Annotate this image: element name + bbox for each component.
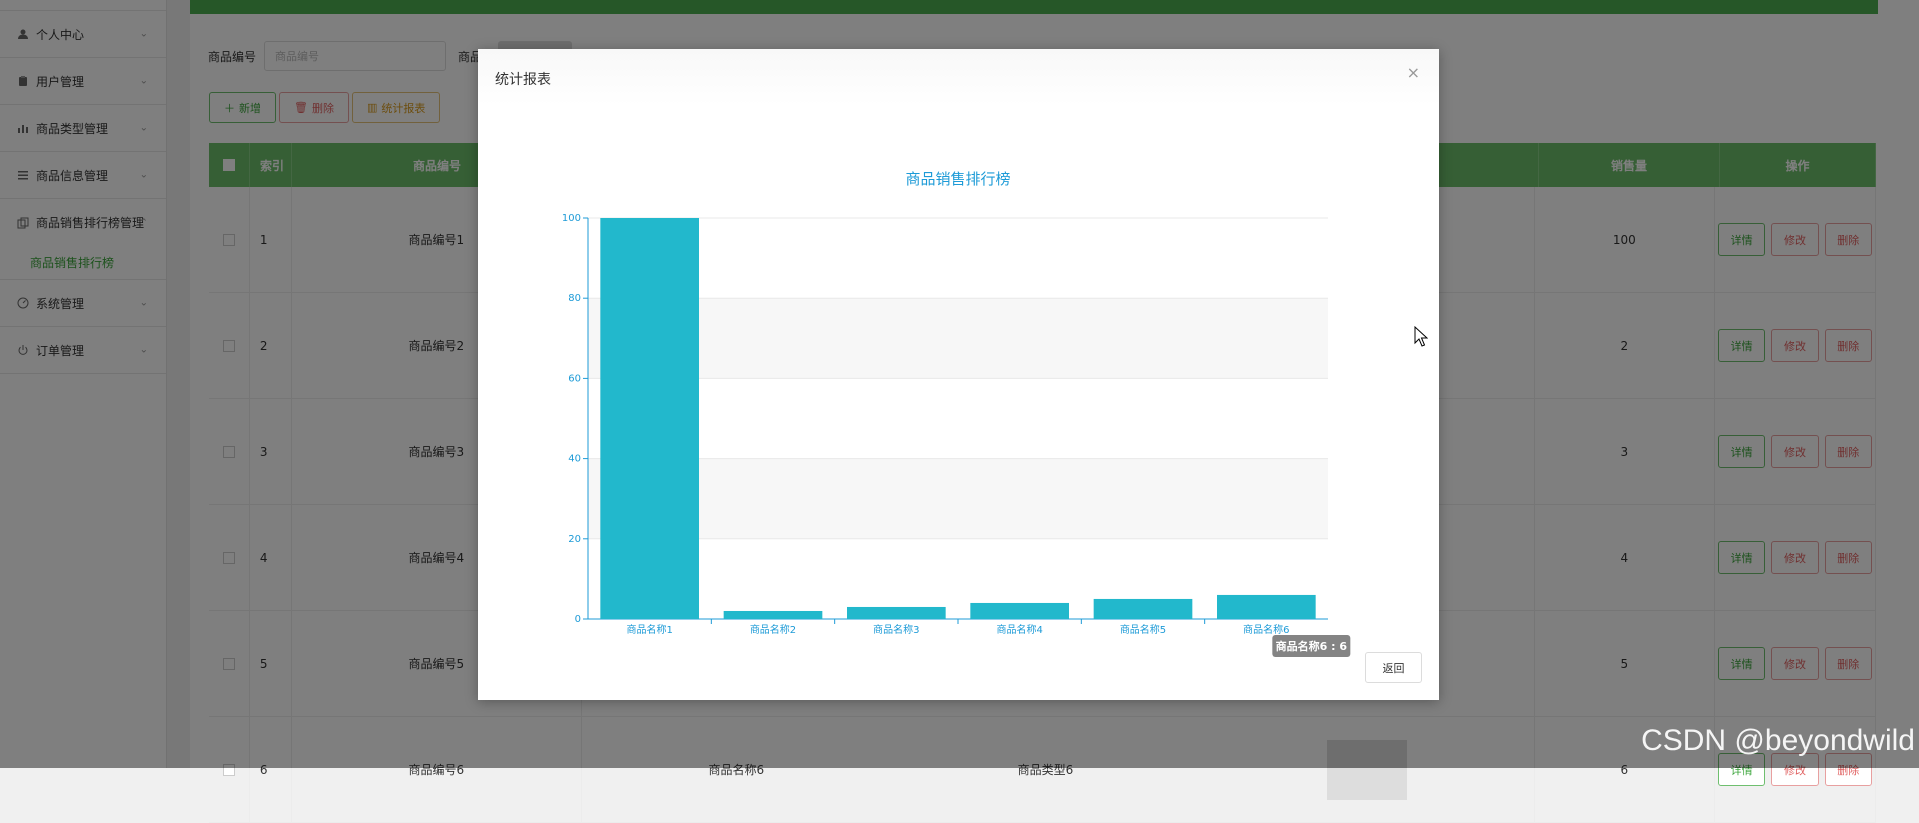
dialog-header: 统计报表 × <box>478 49 1439 105</box>
y-tick-label: 100 <box>562 213 581 224</box>
y-tick-label: 80 <box>568 293 581 304</box>
y-tick-label: 60 <box>568 373 581 384</box>
bar <box>970 602 1069 619</box>
bar <box>847 606 946 619</box>
y-tick-label: 40 <box>568 454 581 465</box>
sales-ranking-chart: 商品销售排行榜 0 20 40 60 80 100 商品名称1 商品名称2 商品名称3 商品名称4 商… <box>562 170 1351 657</box>
close-icon[interactable]: × <box>1407 63 1420 82</box>
dialog-title: 统计报表 <box>495 72 551 88</box>
y-tick-label: 20 <box>568 534 581 545</box>
chart-container: 商品销售排行榜 0 20 40 60 80 100 商品名称1 商品名称2 商品名称3 商品名称4 商… <box>478 105 1439 665</box>
chart-title: 商品销售排行榜 <box>905 170 1010 188</box>
x-tick-label: 商品名称5 <box>1120 623 1166 636</box>
bar <box>1217 594 1316 619</box>
bar <box>723 610 823 619</box>
bar <box>600 218 699 619</box>
x-tick-label: 商品名称6 <box>1243 623 1289 636</box>
x-tick-label: 商品名称2 <box>750 623 796 636</box>
x-tick-label: 商品名称1 <box>626 623 672 636</box>
watermark: CSDN @beyondwild <box>1641 724 1915 757</box>
bar <box>1093 598 1193 619</box>
tooltip-text: 商品名称6 : 6 <box>1276 639 1348 653</box>
stat-report-dialog: 统计报表 × 商品销售排行榜 0 20 40 60 80 100 商品名称1 商品名称2 商品名称… <box>478 49 1439 700</box>
x-tick-label: 商品名称3 <box>873 623 919 636</box>
mouse-cursor-icon <box>1414 326 1428 347</box>
x-tick-label: 商品名称4 <box>996 623 1042 636</box>
y-tick-label: 0 <box>575 614 581 625</box>
return-button[interactable]: 返回 <box>1365 652 1422 683</box>
